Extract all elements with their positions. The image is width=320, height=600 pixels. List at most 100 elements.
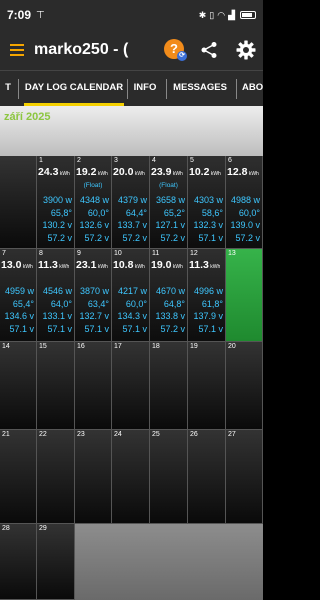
notification-icon: ⊤	[36, 9, 45, 21]
calendar-day-cell[interactable]: 9 23.1 kWh 3870 w 63,4° 132.7 v 57.1 v	[75, 249, 112, 342]
calendar-day-cell[interactable]: 24	[112, 430, 150, 524]
calendar-day-cell[interactable]: 18	[150, 342, 188, 430]
calendar-day-cell[interactable]: 15	[37, 342, 75, 430]
day-stat-v1: 132.6 v	[79, 220, 109, 230]
calendar-day-cell[interactable]: 13	[226, 249, 263, 342]
day-energy: 10.8 kWh	[113, 259, 145, 271]
bluetooth-icon: ✱	[198, 9, 207, 20]
day-energy: 12.8 kWh	[227, 166, 259, 178]
share-icon[interactable]	[200, 41, 218, 59]
day-number: 27	[228, 431, 236, 438]
calendar-day-cell[interactable]: 21	[0, 430, 37, 524]
day-energy-unit: kWh	[57, 264, 70, 270]
calendar-day-cell[interactable]: 27	[226, 430, 263, 524]
day-energy-unit: kWh	[247, 171, 259, 177]
day-number: 17	[114, 343, 122, 350]
day-stats: 4988 w 60,0° 139.0 v 57.2 v	[230, 194, 260, 244]
day-energy: 19.2 kWh	[76, 166, 108, 178]
day-stat-power: 3900 w	[42, 195, 72, 205]
day-number: 1	[39, 157, 43, 164]
day-stat-temp: 60,0°	[87, 207, 109, 218]
calendar-day-cell[interactable]: 16	[75, 342, 112, 430]
calendar-day-cell[interactable]: 14	[0, 342, 37, 430]
day-energy-value: 19.2	[76, 166, 97, 178]
day-number: 22	[39, 431, 47, 438]
menu-icon[interactable]	[0, 44, 34, 56]
day-stat-v2: 57.2 v	[235, 232, 260, 243]
day-stat-power: 4217 w	[117, 286, 147, 296]
day-stat-v1: 132.7 v	[79, 311, 109, 321]
day-stat-v2: 57.1 v	[9, 323, 34, 334]
day-stat-v1: 137.9 v	[193, 311, 223, 321]
day-number: 14	[2, 343, 10, 350]
status-time: 7:09	[7, 8, 32, 22]
tab-info[interactable]: INFO	[129, 71, 161, 106]
day-energy-value: 10.2	[189, 166, 210, 178]
calendar-day-cell[interactable]: 5 10.2 kWh 4303 w 58,6° 132.3 v 57.1 v	[188, 156, 226, 249]
month-header: září 2025	[0, 106, 263, 156]
help-badge-icon: ⟳	[177, 51, 187, 61]
day-energy-unit: kWh	[133, 171, 145, 177]
gear-icon[interactable]	[236, 40, 256, 60]
day-energy-value: 23.1	[76, 259, 97, 271]
day-number: 15	[39, 343, 47, 350]
day-stat-power: 4988 w	[230, 195, 260, 205]
day-stat-temp: 61,8°	[201, 298, 223, 309]
day-stat-temp: 64,0°	[50, 298, 72, 309]
status-bar: 7:09 ⊤ ✱ ▯ ◠ ▟	[0, 0, 263, 30]
wifi-icon: ◠	[217, 9, 226, 20]
status-icons: ✱ ▯ ◠ ▟	[199, 10, 256, 21]
tab-messages[interactable]: MESSAGES	[170, 71, 230, 106]
tab-prev[interactable]: T	[0, 71, 16, 106]
tab-about[interactable]: ABO	[242, 71, 263, 106]
day-stat-power: 4996 w	[193, 286, 223, 296]
day-stat-power: 3870 w	[79, 286, 109, 296]
help-icon[interactable]: ? ⟳	[164, 39, 187, 61]
day-energy-unit: kWh	[208, 264, 221, 270]
calendar-day-cell[interactable]: 25	[150, 430, 188, 524]
calendar-day-cell[interactable]: 26	[188, 430, 226, 524]
day-number: 13	[228, 250, 236, 257]
calendar-cell-blank	[0, 156, 37, 249]
calendar-day-cell[interactable]: 4 23.9 kWh (Float) 3658 w 65,2° 127.1 v 57.2 v	[150, 156, 188, 249]
calendar-day-cell[interactable]: 22	[37, 430, 75, 524]
day-energy-value: 12.8	[227, 166, 248, 178]
calendar-day-cell[interactable]: 17	[112, 342, 150, 430]
day-stat-temp: 65,2°	[163, 207, 185, 218]
calendar-day-cell[interactable]: 12 11.3 kWh 4996 w 61,8° 137.9 v 57.1 v	[188, 249, 226, 342]
calendar-day-cell[interactable]: 8 11.3 kWh 4546 w 64,0° 133.1 v 57.1 v	[37, 249, 75, 342]
calendar-day-cell[interactable]: 10 10.8 kWh 4217 w 60,0° 134.3 v 57.1 v	[112, 249, 150, 342]
calendar-day-cell[interactable]: 28	[0, 524, 37, 600]
day-energy-value: 24.3	[38, 166, 59, 178]
calendar-day-cell[interactable]: 20	[226, 342, 263, 430]
calendar-day-cell[interactable]: 11 19.0 kWh 4670 w 64,8° 133.8 v 57.2 v	[150, 249, 188, 342]
day-stat-power: 4546 w	[42, 286, 72, 296]
day-number: 2	[77, 157, 81, 164]
calendar-day-cell[interactable]: 19	[188, 342, 226, 430]
day-stat-temp: 60,0°	[238, 207, 260, 218]
calendar-day-cell[interactable]: 1 24.3 kWh 3900 w 65,8° 130.2 v 57.2 v	[37, 156, 75, 249]
day-energy-unit: kWh	[171, 264, 183, 270]
calendar-day-cell[interactable]: 6 12.8 kWh 4988 w 60,0° 139.0 v 57.2 v	[226, 156, 263, 249]
calendar-day-cell[interactable]: 23	[75, 430, 112, 524]
battery-icon	[240, 11, 256, 19]
day-stat-power: 4379 w	[117, 195, 147, 205]
day-number: 25	[152, 431, 160, 438]
day-number: 24	[114, 431, 122, 438]
day-stat-v1: 127.1 v	[155, 220, 185, 230]
calendar-day-cell[interactable]: 3 20.0 kWh 4379 w 64,4° 133.7 v 57.2 v	[112, 156, 150, 249]
day-number: 5	[190, 157, 194, 164]
day-stats: 4348 w 60,0° 132.6 v 57.2 v	[79, 194, 109, 244]
day-stat-v2: 57.1 v	[122, 323, 147, 334]
day-stats: 3900 w 65,8° 130.2 v 57.2 v	[42, 194, 72, 244]
calendar-day-cell[interactable]: 2 19.2 kWh (Float) 4348 w 60,0° 132.6 v 57.2 v	[75, 156, 112, 249]
tab-day-log-calendar[interactable]: DAY LOG CALENDAR	[24, 71, 124, 106]
day-stat-v1: 139.0 v	[230, 220, 260, 230]
day-number: 3	[114, 157, 118, 164]
day-stat-power: 4959 w	[4, 286, 34, 296]
day-stat-v2: 57.2 v	[160, 323, 185, 334]
calendar-day-cell[interactable]: 7 13.0 kWh 4959 w 65,4° 134.6 v 57.1 v	[0, 249, 37, 342]
day-stat-v1: 133.7 v	[117, 220, 147, 230]
calendar-day-cell[interactable]: 29	[37, 524, 75, 600]
day-energy-value: 11.3	[38, 259, 58, 271]
